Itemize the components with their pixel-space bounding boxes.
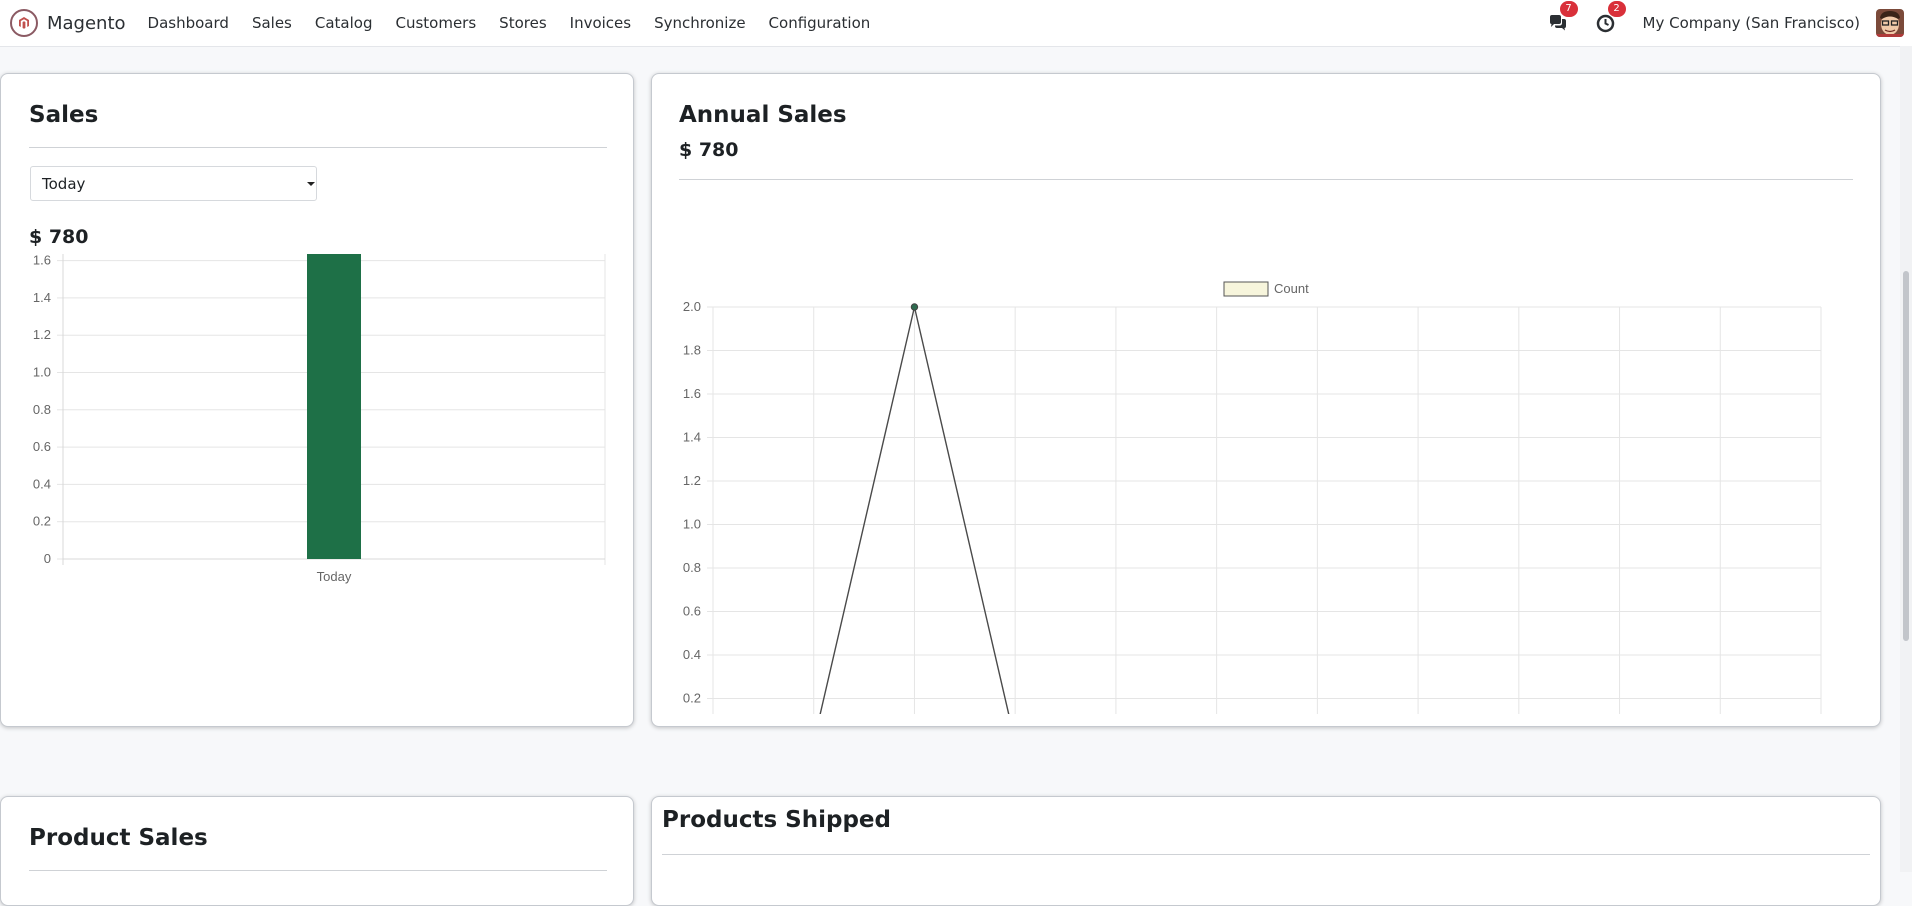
product-sales-divider [29, 870, 607, 871]
activities-button[interactable]: 2 [1595, 1, 1626, 34]
activities-badge: 2 [1607, 1, 1626, 17]
products-shipped-divider [662, 854, 1870, 855]
app-name: Magento [47, 12, 126, 34]
y-tick-label: 1.0 [683, 517, 701, 532]
menu-customers[interactable]: Customers [395, 14, 476, 32]
menu-configuration[interactable]: Configuration [769, 14, 871, 32]
y-tick-label: 0.2 [683, 691, 701, 706]
y-tick-label: 0.8 [683, 560, 701, 575]
company-switcher[interactable]: My Company (San Francisco) [1643, 14, 1860, 32]
chevron-down-icon [307, 182, 315, 186]
y-tick-label: 0.4 [683, 647, 701, 662]
y-tick-label: 1.8 [683, 343, 701, 358]
menu-sales[interactable]: Sales [252, 14, 292, 32]
avatar-image [1876, 9, 1904, 37]
y-tick-label: 0.4 [33, 476, 51, 491]
y-tick-label: 0.6 [683, 604, 701, 619]
annual-sales-title: Annual Sales [679, 102, 847, 128]
sales-period-value: Today [42, 175, 86, 193]
legend-swatch [1223, 281, 1269, 297]
menu-stores[interactable]: Stores [499, 14, 546, 32]
y-tick-label: 0.8 [33, 402, 51, 417]
sales-card-divider [29, 147, 607, 148]
brand[interactable]: Magento [10, 9, 126, 37]
user-avatar[interactable] [1876, 9, 1904, 37]
y-tick-label: 1.4 [33, 290, 51, 305]
data-point [910, 303, 919, 311]
scrollbar-thumb[interactable] [1903, 271, 1909, 641]
y-tick-label: 1.4 [683, 430, 701, 445]
annual-sales-divider [679, 179, 1853, 180]
products-shipped-card: Products Shipped [651, 796, 1881, 906]
menu-dashboard[interactable]: Dashboard [148, 14, 229, 32]
annual-sales-line-chart: Count00.20.40.60.81.01.21.41.61.82.0Janu… [683, 281, 1822, 714]
menu-invoices[interactable]: Invoices [570, 14, 631, 32]
annual-sales-amount: $ 780 [679, 139, 739, 161]
y-tick-label: 1.2 [33, 327, 51, 342]
menu-synchronize[interactable]: Synchronize [654, 14, 745, 32]
messages-badge: 7 [1559, 1, 1578, 17]
annual-sales-card: Annual Sales $ 780 Count00.20.40.60.81.0… [651, 73, 1881, 727]
sales-card-title: Sales [29, 102, 99, 128]
y-tick-label: 1.6 [33, 254, 51, 268]
top-navbar: Magento Dashboard Sales Catalog Customer… [0, 0, 1912, 47]
sales-bar-chart: Count00.20.40.60.81.01.21.41.61.82.0Toda… [33, 254, 606, 584]
main-menu: Dashboard Sales Catalog Customers Stores… [148, 14, 894, 32]
y-tick-label: 1.0 [33, 365, 51, 380]
nav-right: 7 2 My Company (San Francisco) [1547, 0, 1904, 46]
series-line [819, 306, 1010, 714]
y-tick-label: 2.0 [683, 299, 701, 314]
products-shipped-title: Products Shipped [662, 807, 891, 833]
y-tick-label: 1.6 [683, 386, 701, 401]
legend-label: Count [1274, 281, 1309, 296]
page-scrollbar[interactable] [1900, 46, 1912, 872]
y-tick-label: 0.2 [33, 514, 51, 529]
product-sales-card: Product Sales [0, 796, 634, 906]
y-tick-label: 0 [44, 551, 51, 566]
bar [307, 254, 361, 559]
menu-catalog[interactable]: Catalog [315, 14, 373, 32]
sales-card: Sales Today $ 780 Count00.20.40.60.81.01… [0, 73, 634, 727]
product-sales-title: Product Sales [29, 825, 208, 851]
sales-amount: $ 780 [29, 226, 89, 248]
chat-bubbles-icon [1549, 15, 1566, 31]
y-tick-label: 0.6 [33, 439, 51, 454]
messages-button[interactable]: 7 [1547, 1, 1578, 34]
magento-logo-icon [10, 9, 38, 37]
y-tick-label: 1.2 [683, 473, 701, 488]
x-tick-label: Today [317, 569, 352, 584]
sales-period-select[interactable]: Today [30, 166, 317, 201]
